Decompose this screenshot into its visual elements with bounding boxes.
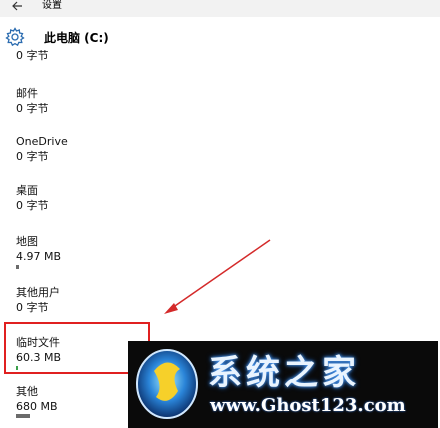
item-size: 0 字节: [16, 199, 49, 212]
item-name: OneDrive: [16, 135, 68, 148]
usage-bar: [16, 414, 30, 418]
list-item[interactable]: 地图 4.97 MB: [16, 234, 61, 264]
watermark-url: www.Ghost123.com: [210, 395, 406, 416]
item-size: 4.97 MB: [16, 250, 62, 263]
item-name: 地图: [16, 235, 38, 248]
item-name: 其他: [16, 385, 38, 398]
watermark-banner: 系统之家 www.Ghost123.com: [128, 341, 438, 428]
list-item[interactable]: 0 字节: [16, 48, 49, 63]
item-size: 0 字节: [16, 49, 49, 62]
item-name: 其他用户: [16, 286, 60, 299]
list-item[interactable]: 邮件 0 字节: [16, 86, 49, 116]
list-item[interactable]: 其他用户 0 字节: [16, 285, 60, 315]
list-item[interactable]: OneDrive 0 字节: [16, 134, 68, 164]
logo-icon: [136, 349, 198, 419]
item-size: 0 字节: [16, 150, 49, 163]
watermark-title: 系统之家: [208, 353, 360, 393]
list-item[interactable]: 其他 680 MB: [16, 384, 58, 414]
item-size: 0 字节: [16, 102, 49, 115]
usage-bar: [16, 265, 19, 269]
item-size: 0 字节: [16, 301, 49, 314]
item-size: 680 MB: [16, 400, 58, 413]
item-name: 桌面: [16, 184, 38, 197]
list-item[interactable]: 桌面 0 字节: [16, 183, 49, 213]
item-name: 邮件: [16, 87, 38, 100]
